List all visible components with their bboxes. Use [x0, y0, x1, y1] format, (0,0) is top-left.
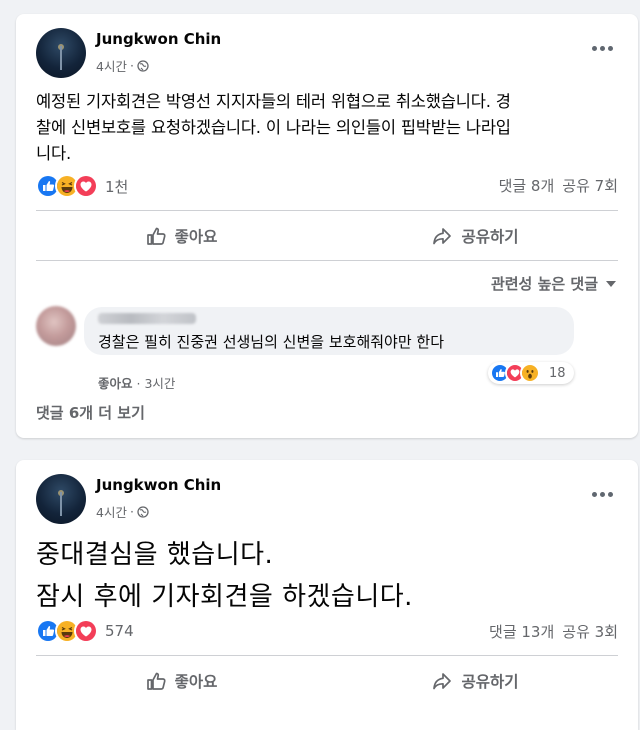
share-label: 공유하기	[461, 673, 519, 691]
commenter-name-blurred[interactable]	[98, 313, 196, 324]
share-count[interactable]: 공유 7회	[562, 175, 618, 196]
dot-icon	[591, 45, 597, 51]
author-name[interactable]: Jungkwon Chin	[96, 476, 221, 494]
sort-label: 관련성 높은 댓글	[490, 275, 598, 293]
author-avatar[interactable]	[36, 474, 86, 524]
dot-icon	[591, 491, 597, 497]
share-label: 공유하기	[461, 228, 519, 246]
post-card: Jungkwon Chin 4시간 · 중대결심을 했습니다. 잠시 후에 기자…	[16, 460, 638, 730]
dot-icon	[599, 491, 605, 497]
post-card: Jungkwon Chin 4시간 · 예정된 기자회견은 박영선 지지자들의 …	[16, 14, 638, 438]
divider	[36, 210, 618, 211]
comment-count[interactable]: 댓글 8개	[499, 175, 555, 196]
post-text: 중대결심을 했습니다. 잠시 후에 기자회견을 하겠습니다.	[36, 540, 413, 612]
globe-icon	[137, 505, 149, 518]
share-button[interactable]: 공유하기	[330, 216, 620, 256]
author-name[interactable]: Jungkwon Chin	[96, 30, 221, 48]
post-meta: 4시간 ·	[96, 56, 149, 75]
share-count[interactable]: 공유 3회	[562, 621, 618, 642]
divider	[36, 260, 618, 261]
meta-separator: ·	[136, 376, 141, 391]
thumbs-up-icon	[146, 227, 166, 245]
like-label: 좋아요	[174, 228, 218, 246]
comment-count[interactable]: 댓글 13개	[489, 621, 554, 642]
comment-meta: 좋아요 · 3시간	[98, 373, 175, 392]
like-button[interactable]: 좋아요	[36, 216, 326, 256]
more-options-button[interactable]	[588, 38, 616, 58]
dot-icon	[607, 491, 613, 497]
love-icon	[74, 619, 98, 643]
post-time[interactable]: 4시간	[96, 56, 127, 75]
wow-icon	[520, 363, 540, 383]
avatar-tower	[60, 492, 62, 516]
view-more-comments-link[interactable]: 댓글 6개 더 보기	[36, 402, 145, 423]
like-button[interactable]: 좋아요	[36, 661, 326, 701]
post-meta: 4시간 ·	[96, 502, 149, 521]
post-stats: 댓글 13개 공유 3회	[489, 621, 618, 642]
comment-reaction-count: 18	[549, 365, 566, 381]
comment-text: 경찰은 필히 진중권 선생님의 신변을 보호해줘야만 한다	[98, 333, 445, 351]
share-arrow-icon	[433, 673, 452, 690]
comment-like-button[interactable]: 좋아요	[98, 376, 133, 391]
comment-reactions[interactable]: 18	[488, 362, 574, 384]
comment-sort-dropdown[interactable]: 관련성 높은 댓글	[491, 273, 616, 294]
share-button[interactable]: 공유하기	[330, 661, 620, 701]
meta-separator: ·	[129, 504, 134, 519]
post-time[interactable]: 4시간	[96, 502, 127, 521]
comment-bubble: 경찰은 필히 진중권 선생님의 신변을 보호해줘야만 한다	[84, 307, 574, 355]
reaction-count: 574	[105, 622, 134, 640]
dot-icon	[607, 45, 613, 51]
reaction-count: 1천	[105, 177, 129, 196]
commenter-avatar[interactable]	[36, 306, 76, 346]
post-text: 예정된 기자회견은 박영선 지지자들의 테러 위협으로 취소했습니다. 경 찰에…	[36, 92, 511, 163]
dot-icon	[599, 45, 605, 51]
divider	[36, 655, 618, 656]
reaction-summary[interactable]: 1천	[36, 174, 128, 198]
more-options-button[interactable]	[588, 484, 616, 504]
comment-time[interactable]: 3시간	[144, 376, 175, 391]
avatar-tower	[60, 46, 62, 70]
share-arrow-icon	[433, 228, 452, 245]
globe-icon	[137, 59, 149, 72]
reaction-summary[interactable]: 574	[36, 619, 134, 643]
post-stats: 댓글 8개 공유 7회	[499, 175, 618, 196]
thumbs-up-icon	[146, 672, 166, 690]
love-icon	[74, 174, 98, 198]
meta-separator: ·	[129, 58, 134, 73]
author-avatar[interactable]	[36, 28, 86, 78]
caret-down-icon	[606, 280, 616, 287]
like-label: 좋아요	[174, 673, 218, 691]
